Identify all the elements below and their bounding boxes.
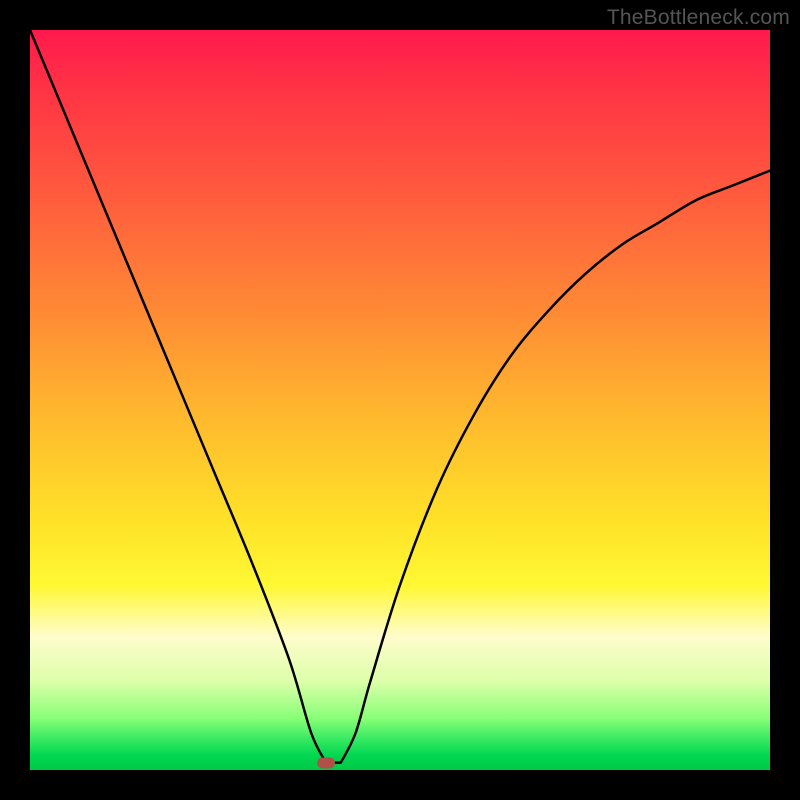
optimal-point-marker	[317, 757, 335, 768]
chart-container: TheBottleneck.com	[0, 0, 800, 800]
bottleneck-curve	[30, 30, 770, 770]
plot-area	[30, 30, 770, 770]
watermark-text: TheBottleneck.com	[607, 6, 790, 30]
